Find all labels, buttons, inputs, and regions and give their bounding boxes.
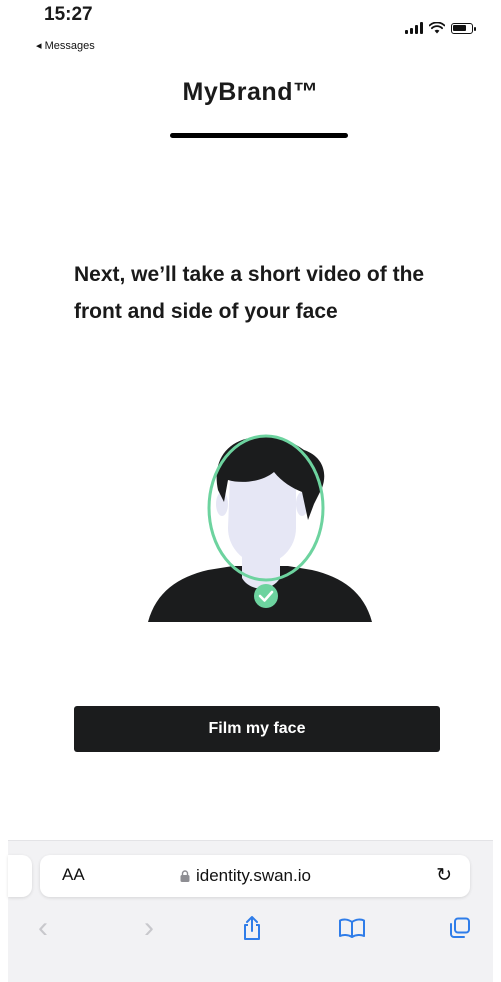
lock-icon bbox=[180, 870, 190, 882]
reload-icon[interactable]: ↻ bbox=[436, 864, 452, 887]
phone-screen: 15:27 ◂ Messages MyBrand™ Next, we’ll ta… bbox=[8, 0, 493, 982]
previous-tab-edge[interactable] bbox=[8, 855, 32, 897]
instruction-heading: Next, we’ll take a short video of the fr… bbox=[74, 263, 425, 323]
forward-icon[interactable]: › bbox=[144, 911, 154, 945]
address-bar[interactable]: AA identity.swan.io ↻ bbox=[40, 855, 470, 897]
back-icon[interactable]: ‹ bbox=[38, 911, 48, 945]
wifi-icon bbox=[429, 22, 445, 34]
back-to-messages-link[interactable]: ◂ Messages bbox=[36, 39, 95, 52]
check-badge bbox=[254, 584, 278, 608]
brand-title: MyBrand™ bbox=[182, 78, 319, 106]
browser-toolbar: ‹ › bbox=[8, 911, 493, 945]
battery-level bbox=[453, 24, 466, 31]
bookmarks-icon[interactable] bbox=[339, 918, 365, 938]
share-icon[interactable] bbox=[242, 915, 262, 941]
film-my-face-button[interactable]: Film my face bbox=[74, 706, 440, 752]
url-text: identity.swan.io bbox=[196, 866, 311, 885]
battery-icon bbox=[451, 22, 476, 34]
text-size-button[interactable]: AA bbox=[62, 865, 85, 885]
signal-icon bbox=[405, 22, 423, 34]
status-time: 15:27 bbox=[44, 4, 93, 25]
status-icons bbox=[405, 22, 476, 34]
safari-bottom-bar: AA identity.swan.io ↻ ‹ › bbox=[8, 840, 493, 982]
tabs-icon[interactable] bbox=[449, 917, 471, 939]
face-scan-illustration bbox=[148, 434, 372, 622]
home-indicator bbox=[170, 133, 348, 138]
url-display[interactable]: identity.swan.io bbox=[180, 866, 311, 886]
